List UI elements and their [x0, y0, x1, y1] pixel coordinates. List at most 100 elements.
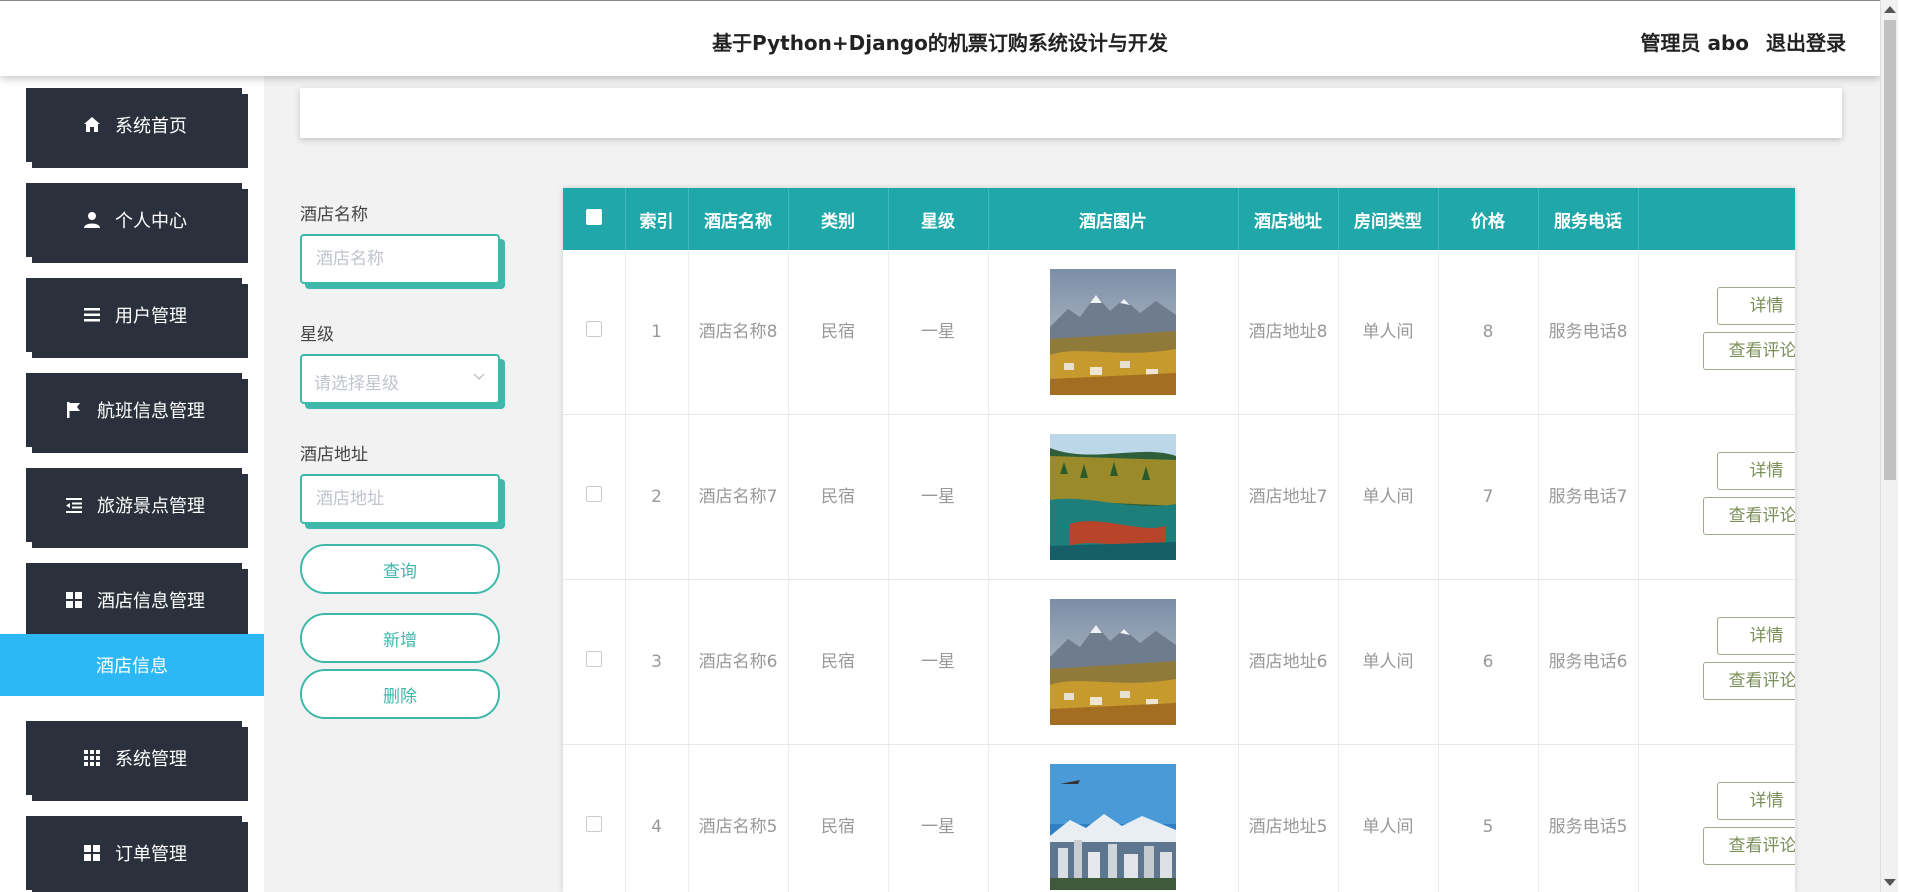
hotel-image — [1050, 764, 1176, 890]
hotel-image — [1050, 269, 1176, 395]
scroll-up-icon[interactable] — [1884, 6, 1896, 13]
view-reviews-button[interactable]: 查看评论 — [1702, 497, 1795, 535]
star-label: 星级 — [300, 325, 334, 345]
sidebar-item-label: 旅游景点管理 — [97, 496, 205, 517]
hotel-image — [1050, 434, 1176, 560]
hotel-address-label: 酒店地址 — [300, 445, 368, 465]
cell-type: 民宿 — [788, 250, 889, 415]
cell-index: 4 — [625, 744, 689, 892]
cell-index: 1 — [625, 250, 689, 415]
table-row: 3 酒店名称6 民宿 一星 酒店地址6 单人间 6 服务电话6 详情 查看评论 — [563, 579, 1795, 745]
cell-address: 酒店地址7 — [1238, 414, 1339, 580]
sidebar-item-orders[interactable]: 订单管理 — [26, 816, 242, 890]
cell-room-type: 单人间 — [1338, 414, 1439, 580]
cell-type: 民宿 — [788, 414, 889, 580]
logout-link[interactable]: 退出登录 — [1766, 31, 1846, 55]
cell-phone: 服务电话6 — [1538, 579, 1639, 745]
col-hotel-name: 酒店名称 — [688, 188, 789, 250]
table-row: 4 酒店名称5 民宿 一星 酒店地址5 单人间 5 服务电话5 详情 查看评论 — [563, 744, 1795, 892]
cell-price: 5 — [1438, 744, 1539, 892]
cell-index: 3 — [625, 579, 689, 745]
sidebar-item-profile[interactable]: 个人中心 — [26, 183, 242, 257]
sidebar-item-label: 个人中心 — [115, 211, 187, 232]
sidebar-item-label: 系统首页 — [115, 116, 187, 137]
cell-star: 一星 — [888, 414, 989, 580]
star-select[interactable]: 请选择星级 — [300, 354, 500, 404]
table-header-row: 索引 酒店名称 类别 星级 酒店图片 酒店地址 房间类型 价格 服务电话 — [563, 188, 1795, 250]
cell-address: 酒店地址8 — [1238, 250, 1339, 415]
sidebar-item-flights[interactable]: 航班信息管理 — [26, 373, 242, 447]
cell-star: 一星 — [888, 744, 989, 892]
vertical-scrollbar[interactable] — [1880, 0, 1898, 892]
cell-room-type: 单人间 — [1338, 250, 1439, 415]
hotel-image — [1050, 599, 1176, 725]
list-icon — [81, 304, 103, 326]
right-gutter — [1898, 0, 1920, 892]
hotel-table: 索引 酒店名称 类别 星级 酒店图片 酒店地址 房间类型 价格 服务电话 1 酒… — [563, 188, 1795, 892]
detail-button[interactable]: 详情 — [1716, 287, 1795, 325]
cell-star: 一星 — [888, 579, 989, 745]
hotel-address-field[interactable] — [300, 474, 500, 524]
hotel-name-input[interactable] — [302, 236, 498, 282]
user-area: 管理员 abo 退出登录 — [1631, 27, 1846, 56]
top-header: 基于Python+Django的机票订购系统设计与开发 管理员 abo 退出登录 — [0, 0, 1880, 76]
star-select-placeholder: 请选择星级 — [314, 374, 399, 394]
sidebar-subitem-hotel-info[interactable]: 酒店信息 — [0, 634, 264, 696]
user-icon — [81, 209, 103, 231]
query-button[interactable]: 查询 — [300, 544, 500, 594]
col-star: 星级 — [888, 188, 989, 250]
sidebar-item-hotels[interactable]: 酒店信息管理 — [26, 563, 242, 637]
delete-button[interactable]: 删除 — [300, 669, 500, 719]
cell-index: 2 — [625, 414, 689, 580]
hotel-name-field[interactable] — [300, 234, 500, 284]
sidebar-item-attractions[interactable]: 旅游景点管理 — [26, 468, 242, 542]
sidebar-item-home[interactable]: 系统首页 — [26, 88, 242, 162]
cell-address: 酒店地址5 — [1238, 744, 1339, 892]
cell-price: 6 — [1438, 579, 1539, 745]
view-reviews-button[interactable]: 查看评论 — [1702, 827, 1795, 865]
detail-button[interactable]: 详情 — [1716, 452, 1795, 490]
view-reviews-button[interactable]: 查看评论 — [1702, 332, 1795, 370]
scroll-down-icon[interactable] — [1884, 879, 1896, 886]
grid-icon — [63, 589, 85, 611]
indent-icon — [63, 494, 85, 516]
scroll-thumb[interactable] — [1884, 20, 1896, 480]
row-select-cell — [563, 250, 626, 415]
hotel-address-input[interactable] — [302, 476, 498, 522]
row-actions: 详情 查看评论 — [1639, 250, 1795, 414]
row-checkbox[interactable] — [585, 816, 602, 832]
cell-actions: 详情 查看评论 — [1638, 414, 1795, 580]
cell-actions: 详情 查看评论 — [1638, 744, 1795, 892]
col-price: 价格 — [1438, 188, 1539, 250]
cell-hotel-name: 酒店名称8 — [688, 250, 789, 415]
grid-icon — [81, 842, 103, 864]
cell-address: 酒店地址6 — [1238, 579, 1339, 745]
col-address: 酒店地址 — [1238, 188, 1339, 250]
detail-button[interactable]: 详情 — [1716, 782, 1795, 820]
col-type: 类别 — [788, 188, 889, 250]
col-index: 索引 — [625, 188, 689, 250]
select-all-checkbox[interactable] — [585, 208, 602, 225]
sidebar-item-label: 订单管理 — [115, 844, 187, 865]
sidebar-item-system[interactable]: 系统管理 — [26, 721, 242, 795]
cell-image — [988, 414, 1239, 580]
add-button[interactable]: 新增 — [300, 613, 500, 663]
view-reviews-button[interactable]: 查看评论 — [1702, 662, 1795, 700]
detail-button[interactable]: 详情 — [1716, 617, 1795, 655]
col-room-type: 房间类型 — [1338, 188, 1439, 250]
chevron-down-icon — [472, 370, 486, 386]
search-form: 酒店名称 星级 请选择星级 酒店地址 — [300, 200, 510, 560]
cell-price: 7 — [1438, 414, 1539, 580]
row-checkbox[interactable] — [585, 486, 602, 502]
cell-actions: 详情 查看评论 — [1638, 579, 1795, 745]
cell-phone: 服务电话7 — [1538, 414, 1639, 580]
sidebar-item-label: 酒店信息管理 — [97, 591, 205, 612]
sidebar-item-users[interactable]: 用户管理 — [26, 278, 242, 352]
row-checkbox[interactable] — [585, 321, 602, 337]
sidebar: 系统首页 个人中心 用户管理 航班信息管理 旅游景点管理 酒店信息管理 酒店信息 — [0, 76, 264, 892]
row-actions: 详情 查看评论 — [1639, 745, 1795, 892]
col-image: 酒店图片 — [988, 188, 1239, 250]
row-checkbox[interactable] — [585, 651, 602, 667]
cell-image — [988, 250, 1239, 415]
apps-icon — [81, 747, 103, 769]
